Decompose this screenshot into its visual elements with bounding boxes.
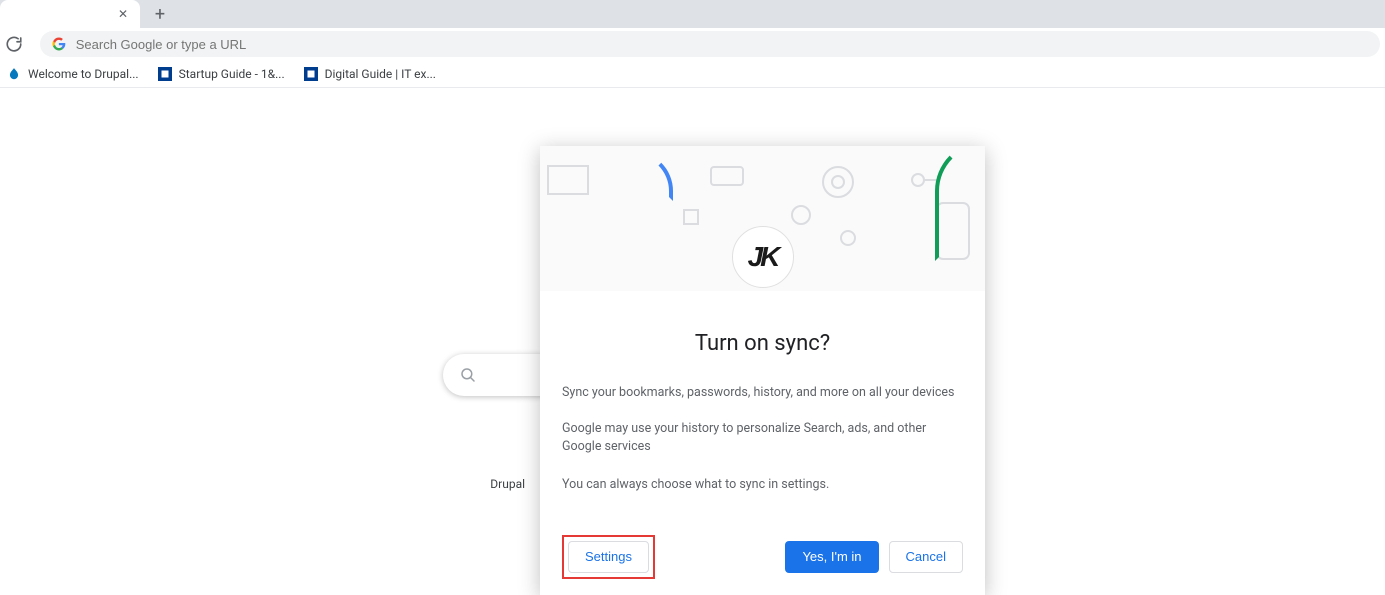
google-g-icon bbox=[52, 37, 66, 51]
omnibox[interactable] bbox=[40, 31, 1380, 57]
toolbar bbox=[0, 28, 1385, 60]
tab-strip: ✕ + bbox=[0, 0, 1385, 28]
sync-dialog-illustration: JK bbox=[540, 146, 985, 291]
settings-button-highlight: Settings bbox=[562, 535, 655, 579]
shortcut-drupal[interactable]: Drupal bbox=[490, 477, 525, 491]
settings-button[interactable]: Settings bbox=[568, 541, 649, 573]
ionos-icon bbox=[303, 66, 319, 82]
bookmark-item-digitalguide[interactable]: Digital Guide | IT ex... bbox=[303, 66, 436, 82]
avatar: JK bbox=[732, 226, 794, 288]
cancel-button[interactable]: Cancel bbox=[889, 541, 963, 573]
close-icon[interactable]: ✕ bbox=[118, 8, 130, 20]
yes-im-in-button[interactable]: Yes, I'm in bbox=[785, 541, 878, 573]
search-icon bbox=[459, 366, 477, 384]
sync-dialog-line2: Google may use your history to personali… bbox=[562, 420, 963, 456]
bookmark-label: Startup Guide - 1&... bbox=[179, 67, 285, 81]
reload-icon bbox=[5, 35, 23, 53]
laptop-icon bbox=[546, 164, 616, 214]
avatar-initials: JK bbox=[748, 241, 778, 273]
omnibox-input[interactable] bbox=[76, 37, 1368, 52]
sync-dialog-body: Turn on sync? Sync your bookmarks, passw… bbox=[540, 291, 985, 521]
gear-icon bbox=[838, 228, 858, 248]
chrome-icon bbox=[820, 164, 856, 200]
sync-dialog-line1: Sync your bookmarks, passwords, history,… bbox=[562, 384, 963, 402]
sync-dialog-line3: You can always choose what to sync in se… bbox=[562, 476, 963, 494]
bookmark-label: Welcome to Drupal... bbox=[28, 67, 139, 81]
reload-button[interactable] bbox=[4, 34, 24, 54]
sync-dialog-actions: Settings Yes, I'm in Cancel bbox=[540, 521, 985, 595]
green-arc-decoration bbox=[935, 146, 985, 261]
drupal-icon bbox=[6, 66, 22, 82]
bookmark-item-startup[interactable]: Startup Guide - 1&... bbox=[157, 66, 285, 82]
bookmark-item-drupal[interactable]: Welcome to Drupal... bbox=[6, 66, 139, 82]
sync-dialog: JK Turn on sync? Sync your bookmarks, pa… bbox=[540, 146, 985, 595]
blue-arc-decoration bbox=[628, 151, 673, 201]
sync-dialog-title: Turn on sync? bbox=[562, 331, 963, 356]
content-area: Drupal Sign in Web Store Add shortcut JK… bbox=[0, 88, 1385, 501]
bookmarks-bar: Welcome to Drupal... Startup Guide - 1&.… bbox=[0, 60, 1385, 88]
puzzle-icon bbox=[680, 206, 702, 228]
bookmark-label: Digital Guide | IT ex... bbox=[325, 67, 436, 81]
ticket-icon bbox=[710, 166, 744, 186]
ionos-icon bbox=[157, 66, 173, 82]
dollar-icon bbox=[790, 204, 812, 226]
new-tab-button[interactable]: + bbox=[146, 0, 174, 28]
active-tab[interactable]: ✕ bbox=[0, 0, 140, 28]
